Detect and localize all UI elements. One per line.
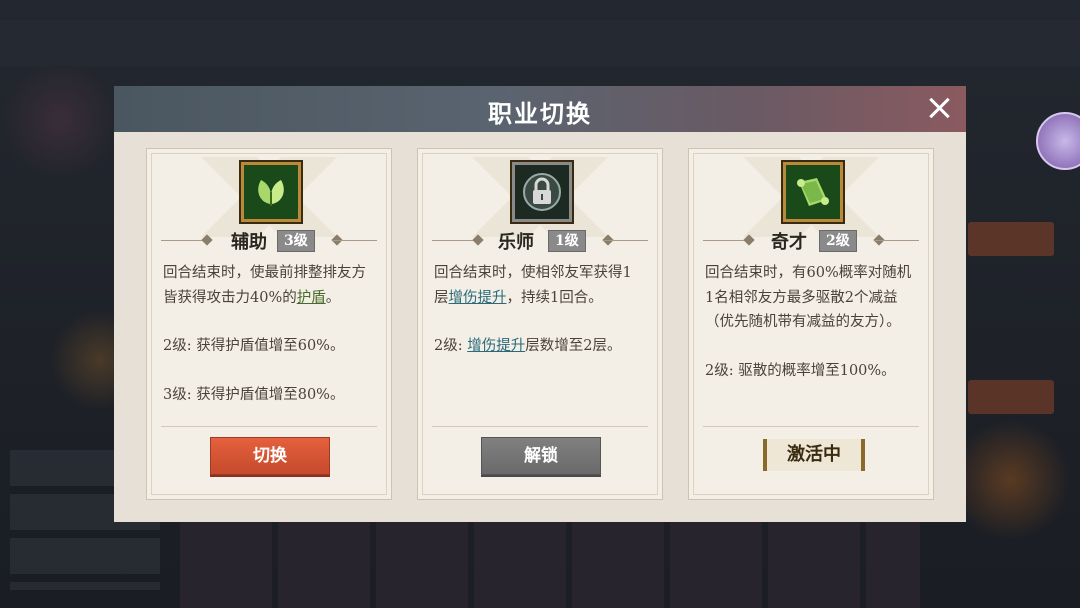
active-status-label: 激活中 [763,439,865,471]
class-name-row: 乐师 1级 [418,229,662,253]
class-name: 奇才 [771,232,807,253]
unlock-button[interactable]: 解锁 [481,437,601,475]
class-switch-dialog: 职业切换 辅助 3级 回合结束时，使最前排整排友方皆获得攻击力40%的护盾。 2… [114,86,966,522]
switch-button[interactable]: 切换 [210,437,330,475]
close-icon[interactable] [926,95,952,121]
keyword-shield[interactable]: 护盾 [297,290,326,306]
class-card-support: 辅助 3级 回合结束时，使最前排整排友方皆获得攻击力40%的护盾。 2级: 获得… [146,148,392,500]
leaf-icon [241,162,301,222]
class-level-badge: 1级 [548,230,586,252]
class-level-badge: 2级 [819,230,857,252]
class-description: 回合结束时，有60%概率对随机1名相邻友方最多驱散2个减益（优先随机带有减益的友… [705,265,912,379]
class-card-prodigy: 奇才 2级 回合结束时，有60%概率对随机1名相邻友方最多驱散2个减益（优先随机… [688,148,934,500]
keyword-damage-boost[interactable]: 增伤提升 [449,290,507,306]
background-character-strip [180,520,920,608]
background-side-button [968,380,1054,414]
class-card-musician: 乐师 1级 回合结束时，使相邻友军获得1层增伤提升，持续1回合。 2级: 增伤提… [417,148,663,500]
class-level-badge: 3级 [277,230,315,252]
divider [161,426,377,427]
dialog-header: 职业切换 [114,86,966,132]
dialog-title: 职业切换 [488,99,592,128]
keyword-damage-boost[interactable]: 增伤提升 [467,338,525,354]
class-name-row: 辅助 3级 [147,229,391,253]
class-name-row: 奇才 2级 [689,229,933,253]
background-side-button [968,222,1054,256]
lock-icon [512,162,572,222]
background-top-bar [0,20,1080,66]
dialog-body: 辅助 3级 回合结束时，使最前排整排友方皆获得攻击力40%的护盾。 2级: 获得… [114,132,966,522]
divider [432,426,648,427]
class-name: 乐师 [498,232,534,253]
class-name: 辅助 [231,232,267,253]
class-description: 回合结束时，使最前排整排友方皆获得攻击力40%的护盾。 2级: 获得护盾值增至6… [163,265,366,403]
class-description: 回合结束时，使相邻友军获得1层增伤提升，持续1回合。 2级: 增伤提升层数增至2… [434,265,632,354]
divider [703,426,919,427]
scroll-icon [783,162,843,222]
